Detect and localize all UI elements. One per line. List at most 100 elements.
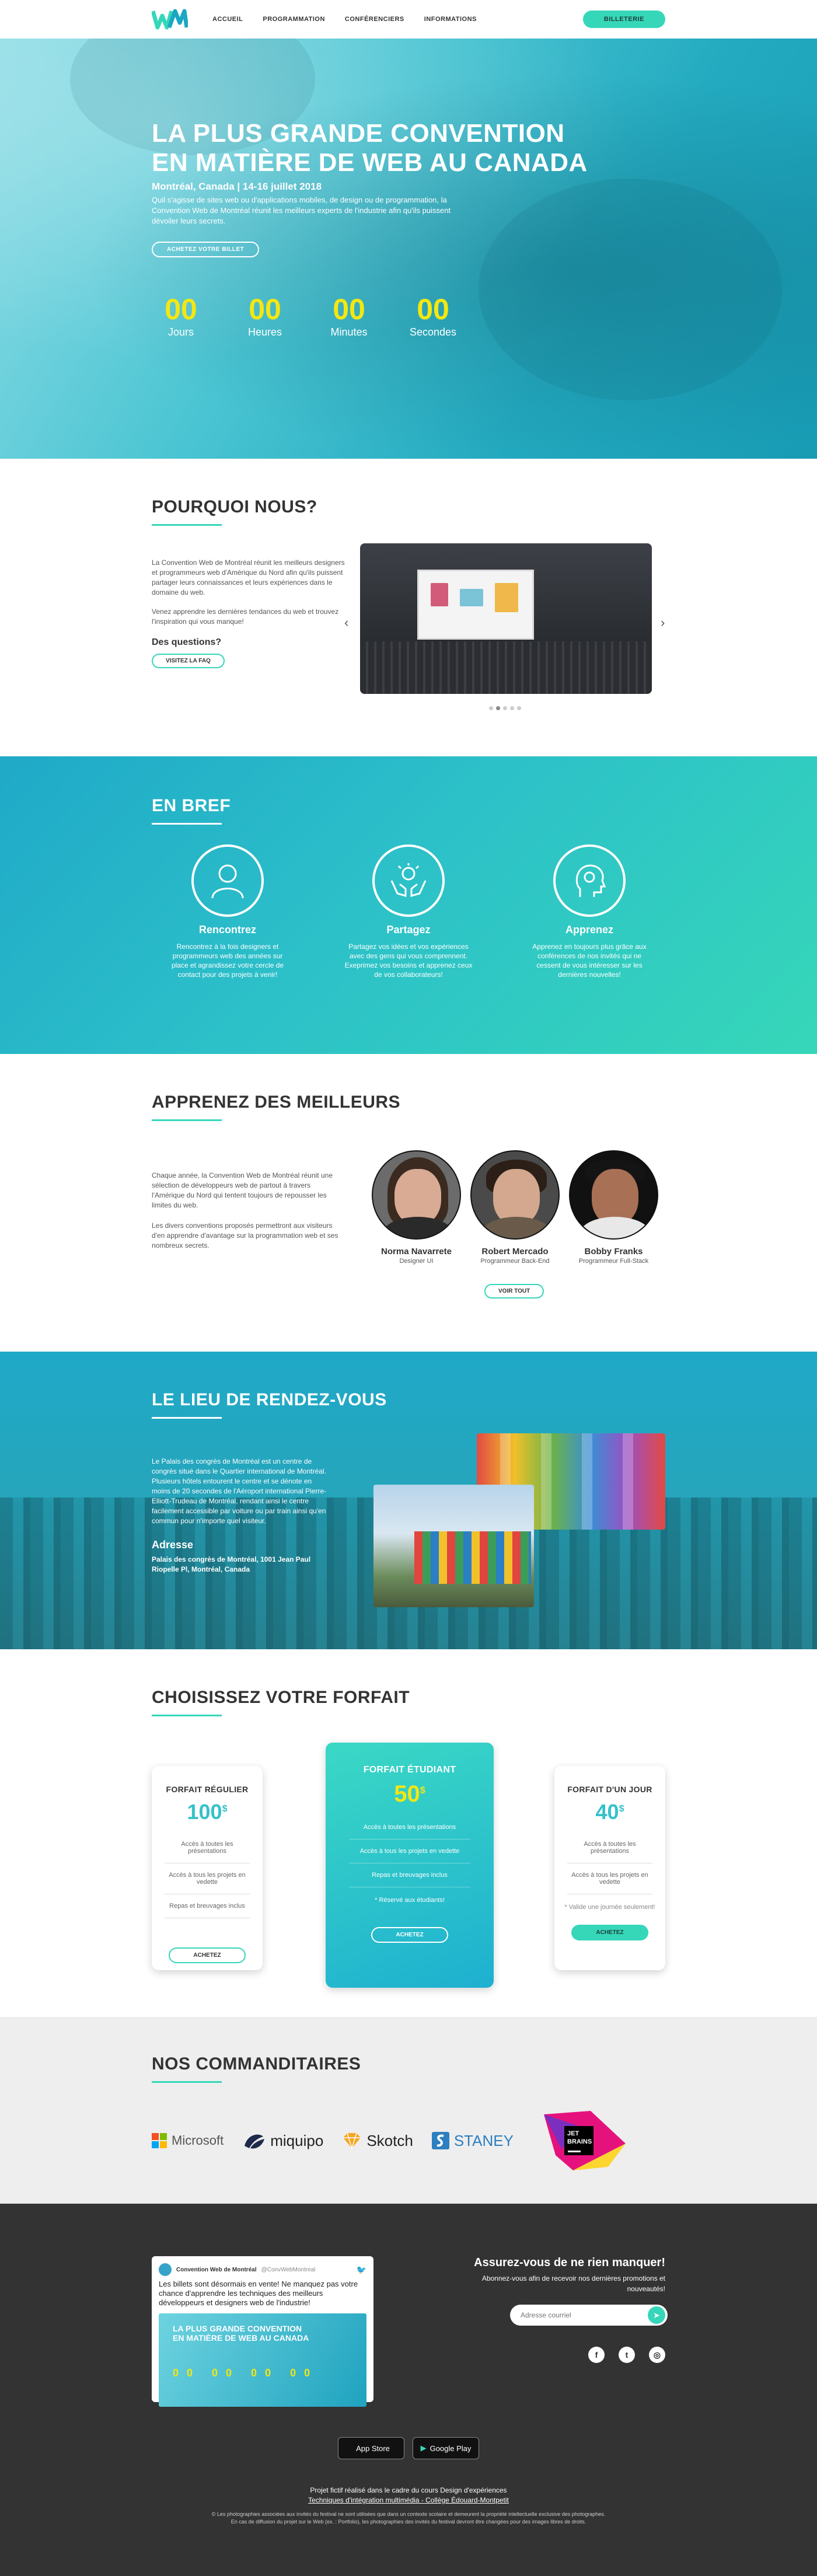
why-section: POURQUOI NOUS? La Convention Web de Mont… <box>0 459 817 756</box>
speakers-paragraph: Les divers conventions proposés permettr… <box>152 1221 338 1249</box>
speaker-name: Bobby Franks <box>584 1247 643 1256</box>
footer: Convention Web de Montréal @ConvWebMontr… <box>0 2204 817 2576</box>
newsletter: Assurez-vous de ne rien manquer! Abonnez… <box>473 2256 668 2363</box>
embedded-tweet[interactable]: Convention Web de Montréal @ConvWebMontr… <box>152 2256 373 2407</box>
carousel-dots <box>489 706 521 710</box>
nav-link-programmation[interactable]: PROGRAMMATION <box>263 16 325 23</box>
tweet-account-name: Convention Web de Montréal <box>176 2266 257 2273</box>
nav-link-informations[interactable]: INFORMATIONS <box>424 16 477 23</box>
speaker-card[interactable]: Bobby Franks Programmeur Full-Stack <box>569 1150 658 1265</box>
email-input[interactable] <box>510 2305 668 2326</box>
speaker-role: Programmeur Full-Stack <box>578 1258 649 1265</box>
microsoft-icon <box>152 2133 167 2148</box>
top-nav: ACCUEIL PROGRAMMATION CONFÉRENCIERS INFO… <box>0 0 817 39</box>
facebook-icon[interactable]: f <box>588 2347 605 2363</box>
why-paragraph: Venez apprendre les dernières tendances … <box>152 608 339 626</box>
site-logo[interactable] <box>152 8 189 31</box>
play-icon: ▶ <box>420 2444 427 2452</box>
plan-note: * Valide une journée seulement! <box>564 1904 655 1911</box>
buy-ticket-button[interactable]: ACHETEZ VOTRE BILLET <box>152 242 260 257</box>
plan-name: FORFAIT ÉTUDIANT <box>363 1765 456 1775</box>
venue-description: Le Palais des congrès de Montréal est un… <box>152 1457 327 1525</box>
brief-item-apprenez: Apprenez Apprenez en toujours plus grâce… <box>525 844 654 979</box>
carousel-dot[interactable] <box>517 706 521 710</box>
speaker-role: Programmeur Back-End <box>480 1258 550 1265</box>
plan-feature: Accès à tous les projets en vedette <box>567 1863 652 1894</box>
plan-card-student: FORFAIT ÉTUDIANT 50$ Accès à toutes les … <box>326 1743 494 1988</box>
twitter-icon[interactable]: t <box>619 2347 635 2363</box>
speakers-section: APPRENEZ DES MEILLEURS Chaque année, la … <box>0 1054 817 1352</box>
chevron-right-icon[interactable]: › <box>661 615 665 630</box>
carousel-dot[interactable] <box>510 706 514 710</box>
sponsor-logo-miquipo[interactable]: miquipo <box>242 2131 323 2151</box>
google-play-badge[interactable]: ▶ Google Play <box>413 2437 479 2459</box>
account-avatar <box>159 2263 172 2276</box>
ticket-button[interactable]: BILLETERIE <box>582 11 665 28</box>
countdown-minutes: 00 Minutes <box>330 293 368 338</box>
buy-one-day-button[interactable]: ACHETEZ <box>571 1925 648 1940</box>
questions-heading: Des questions? <box>152 637 222 647</box>
section-title: POURQUOI NOUS? <box>152 497 317 516</box>
svg-text:BRAINS: BRAINS <box>567 2138 592 2145</box>
nav-link-conferenciers[interactable]: CONFÉRENCIERS <box>345 16 404 23</box>
countdown: 00 Jours 00 Heures 00 Minutes 00 Secondes <box>152 295 665 338</box>
nav-link-accueil[interactable]: ACCUEIL <box>212 16 243 23</box>
plan-feature: Accès à toutes les présentations <box>165 1832 250 1863</box>
speaker-card[interactable]: Norma Navarrete Designer UI <box>372 1150 461 1265</box>
venue-photo-exterior <box>373 1485 534 1607</box>
pricing-section: CHOISISSEZ VOTRE FORFAIT FORFAIT RÉGULIE… <box>0 1649 817 2017</box>
plan-price: 40$ <box>595 1800 624 1824</box>
user-icon <box>191 844 264 917</box>
speaker-name: Robert Mercado <box>481 1247 549 1256</box>
buy-regular-button[interactable]: ACHETEZ <box>169 1947 246 1963</box>
countdown-seconds: 00 Secondes <box>409 293 457 338</box>
section-title: NOS COMMANDITAIRES <box>152 2054 361 2074</box>
credits: Projet fictif réalisé dans le cadre du c… <box>152 2486 665 2525</box>
see-all-button[interactable]: VOIR TOUT <box>484 1284 544 1299</box>
speaker-card[interactable]: Robert Mercado Programmeur Back-End <box>470 1150 560 1265</box>
hero-subtitle: Montréal, Canada | 14-16 juillet 2018 <box>152 181 322 192</box>
hero-title: LA PLUS GRANDE CONVENTION EN MATIÈRE DE W… <box>152 119 588 177</box>
instagram-icon[interactable]: ◎ <box>649 2347 665 2363</box>
avatar <box>569 1150 658 1240</box>
title-underline <box>152 1715 222 1716</box>
image-carousel[interactable] <box>360 543 652 694</box>
avatar <box>470 1150 560 1240</box>
carousel-dot[interactable] <box>489 706 493 710</box>
conference-slide-image <box>417 570 534 640</box>
countdown-days: 00 Jours <box>165 293 197 338</box>
carousel-dot[interactable] <box>496 706 500 710</box>
faq-button[interactable]: VISITEZ LA FAQ <box>152 654 225 668</box>
diamond-icon <box>343 2132 361 2149</box>
send-icon[interactable]: ➤ <box>648 2306 665 2324</box>
venue-address: Palais des congrès de Montréal, 1001 Jea… <box>152 1555 311 1573</box>
avatar <box>372 1150 461 1240</box>
tweet-text: Les billets sont désormais en vente! Ne … <box>159 2280 358 2307</box>
college-link[interactable]: Techniques d'intégration multimédia - Co… <box>152 2496 665 2504</box>
sharing-hands-icon <box>372 844 445 917</box>
title-underline <box>152 524 222 526</box>
chevron-left-icon[interactable]: ‹ <box>344 615 348 630</box>
plan-feature: Accès à toutes les présentations <box>349 1816 470 1839</box>
speaker-name: Norma Navarrete <box>381 1247 452 1256</box>
plan-note: * Réservé aux étudiants! <box>375 1897 445 1904</box>
app-store-badge[interactable]: App Store <box>338 2437 404 2459</box>
plan-price: 100$ <box>187 1800 228 1824</box>
sponsor-logo-skotch[interactable]: Skotch <box>342 2132 413 2150</box>
venue-section: LE LIEU DE RENDEZ-VOUS Le Palais des con… <box>0 1352 817 1649</box>
svg-text:JET: JET <box>567 2130 579 2137</box>
section-title: APPRENEZ DES MEILLEURS <box>152 1092 401 1112</box>
title-underline <box>152 1417 222 1419</box>
sponsor-logo-jetbrains[interactable]: JET BRAINS <box>538 2109 626 2173</box>
newsletter-title: Assurez-vous de ne rien manquer! <box>474 2256 665 2269</box>
plan-feature: Accès à toutes les présentations <box>567 1832 652 1863</box>
carousel-dot[interactable] <box>503 706 507 710</box>
plan-feature: Repas et breuvages inclus <box>349 1863 470 1887</box>
sponsor-logo-microsoft[interactable]: Microsoft <box>152 2133 224 2148</box>
section-title: LE LIEU DE RENDEZ-VOUS <box>152 1390 387 1409</box>
section-title: EN BREF <box>152 796 231 815</box>
newsletter-text: Abonnez-vous afin de recevoir nos derniè… <box>481 2274 665 2293</box>
sponsor-logo-staney[interactable]: STANEY <box>431 2132 514 2150</box>
buy-student-button[interactable]: ACHETEZ <box>371 1927 448 1943</box>
sponsors-section: NOS COMMANDITAIRES Microsoft miquipo Sko… <box>0 2017 817 2204</box>
